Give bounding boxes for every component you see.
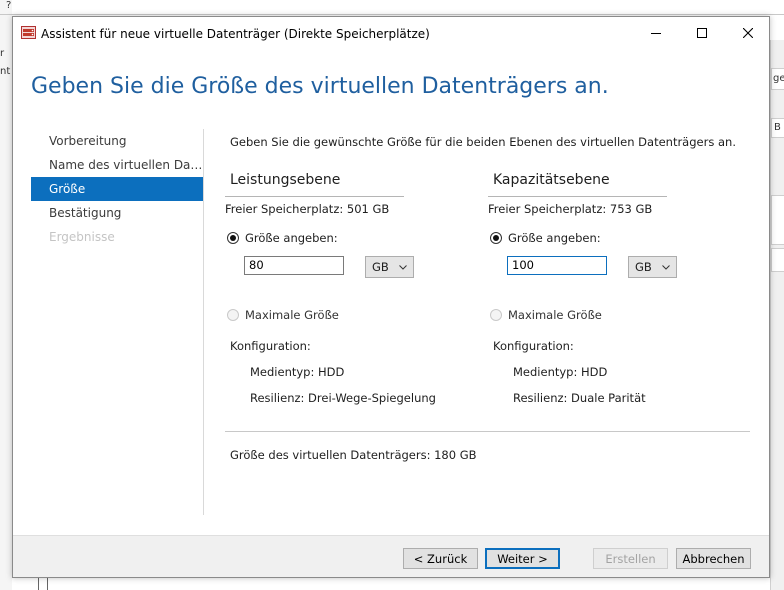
wizard-dialog: Assistent für neue virtuelle Datenträger… xyxy=(12,16,770,578)
step-size[interactable]: Größe xyxy=(31,177,203,201)
capacity-config-label: Konfiguration: xyxy=(493,339,574,353)
step-preparation[interactable]: Vorbereitung xyxy=(31,129,203,153)
create-button: Erstellen xyxy=(593,548,668,569)
step-virtual-disk-name[interactable]: Name des virtuellen Datenträgers xyxy=(31,153,203,177)
background-window-left xyxy=(0,0,12,590)
performance-config-label: Konfiguration: xyxy=(230,339,311,353)
background-window-right: ge B xyxy=(770,40,784,590)
radio-label: Maximale Größe xyxy=(508,308,602,322)
background-text: nt xyxy=(0,66,11,77)
background-text: B xyxy=(774,122,781,133)
summary-divider xyxy=(225,431,750,432)
performance-tier-title: Leistungsebene xyxy=(230,172,341,188)
window-title: Assistent für neue virtuelle Datenträger… xyxy=(41,27,430,41)
close-icon xyxy=(743,28,753,38)
radio-label: Größe angeben: xyxy=(508,231,601,245)
button-bar: < Zurück Weiter > Erstellen Abbrechen xyxy=(13,535,769,577)
chevron-down-icon xyxy=(399,264,407,270)
background-text: ge xyxy=(773,73,784,84)
step-confirmation[interactable]: Bestätigung xyxy=(31,201,203,225)
capacity-resiliency: Resilienz: Duale Parität xyxy=(513,391,646,405)
capacity-free-space: Freier Speicherplatz: 753 GB xyxy=(488,202,653,216)
background-scroll-marker xyxy=(38,578,48,590)
performance-unit-select[interactable]: GB xyxy=(365,256,414,278)
performance-size-input[interactable]: 80 xyxy=(244,256,344,275)
capacity-size-input[interactable]: 100 xyxy=(507,256,607,275)
performance-max-size-option[interactable]: Maximale Größe xyxy=(227,308,339,322)
maximize-button[interactable] xyxy=(679,17,725,49)
chevron-down-icon xyxy=(662,264,670,270)
minimize-icon xyxy=(651,33,661,34)
performance-resiliency: Resilienz: Drei-Wege-Spiegelung xyxy=(250,391,436,405)
section-divider xyxy=(225,196,404,197)
close-button[interactable] xyxy=(725,17,771,49)
capacity-max-size-option[interactable]: Maximale Größe xyxy=(490,308,602,322)
next-button[interactable]: Weiter > xyxy=(485,548,560,569)
capacity-unit-select[interactable]: GB xyxy=(628,256,677,278)
instruction-text: Geben Sie die gewünschte Größe für die b… xyxy=(230,135,736,149)
background-field xyxy=(771,195,784,245)
background-field: ge xyxy=(771,68,784,90)
unit-value: GB xyxy=(372,260,389,274)
radio-label: Größe angeben: xyxy=(245,231,338,245)
background-text: ? xyxy=(6,0,12,11)
wizard-app-icon xyxy=(21,26,36,39)
back-button[interactable]: < Zurück xyxy=(403,548,478,569)
title-bar[interactable]: Assistent für neue virtuelle Datenträger… xyxy=(13,17,769,49)
background-field: B xyxy=(771,118,784,138)
nav-divider xyxy=(203,129,204,515)
capacity-specify-size-option[interactable]: Größe angeben: xyxy=(490,231,601,245)
wizard-step-list: Vorbereitung Name des virtuellen Datentr… xyxy=(31,129,203,249)
radio-disabled-icon[interactable] xyxy=(490,309,502,321)
background-field xyxy=(771,248,784,272)
performance-media-type: Medientyp: HDD xyxy=(250,365,345,379)
section-divider xyxy=(488,196,667,197)
radio-selected-icon[interactable] xyxy=(490,232,502,244)
page-title: Geben Sie die Größe des virtuellen Daten… xyxy=(31,74,609,99)
background-text: r xyxy=(0,48,5,59)
capacity-tier-title: Kapazitätsebene xyxy=(493,172,610,188)
step-results: Ergebnisse xyxy=(49,230,115,244)
radio-selected-icon[interactable] xyxy=(227,232,239,244)
radio-label: Maximale Größe xyxy=(245,308,339,322)
performance-specify-size-option[interactable]: Größe angeben: xyxy=(227,231,338,245)
unit-value: GB xyxy=(635,260,652,274)
total-size-text: Größe des virtuellen Datenträgers: 180 G… xyxy=(230,448,477,462)
minimize-button[interactable] xyxy=(633,17,679,49)
background-window-edge xyxy=(0,14,784,15)
radio-disabled-icon[interactable] xyxy=(227,309,239,321)
performance-free-space: Freier Speicherplatz: 501 GB xyxy=(225,202,390,216)
capacity-media-type: Medientyp: HDD xyxy=(513,365,608,379)
cancel-button[interactable]: Abbrechen xyxy=(676,548,751,569)
maximize-icon xyxy=(697,28,707,38)
